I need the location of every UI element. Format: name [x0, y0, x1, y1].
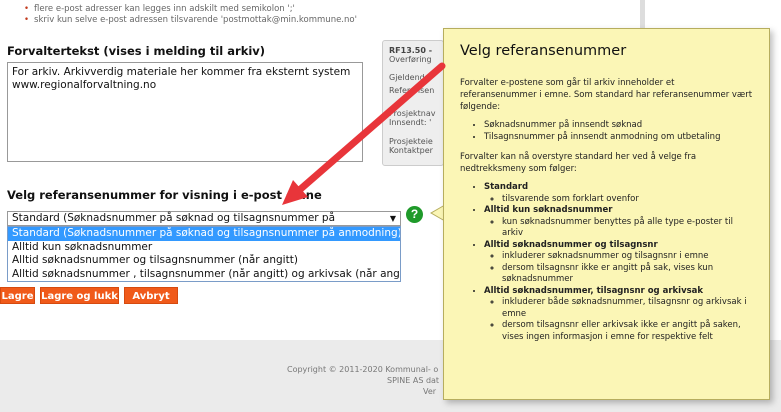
preview-line: Gjeldende [389, 73, 430, 82]
footer-version: Ver [423, 387, 437, 396]
preview-panel: RF13.50 - Overføring Gjeldende Referanse… [382, 40, 444, 166]
tooltip-option-note: inkluderer både søknadsnummer, tilsagnsn… [502, 297, 753, 320]
footer-company: SPINE AS dat [387, 376, 440, 385]
archive-text-field[interactable]: For arkiv. Arkivverdig materiale her kom… [7, 62, 363, 162]
preview-line: Kontaktper [389, 146, 433, 155]
dropdown-option[interactable]: Standard (Søknadsnummer på søknad og til… [8, 227, 400, 241]
tooltip-option-note: kun søknadsnummer benyttes på alle type … [502, 217, 753, 240]
tooltip-option-note: inkluderer søknadsnummer og tilsagnsnr i… [502, 251, 753, 263]
tooltip-option-note: dersom tilsagnsnr eller arkivsak ikke er… [502, 320, 753, 343]
tooltip-option-note: tilsvarende som forklart ovenfor [502, 194, 753, 206]
reference-select[interactable]: Standard (Søknadsnummer på søknad og til… [7, 211, 401, 237]
dropdown-option[interactable]: Alltid kun søknadsnummer [8, 241, 400, 255]
preview-line: Overføring [389, 55, 432, 64]
save-and-close-button[interactable]: Lagre og lukk [40, 287, 119, 304]
tooltip-option-title: Alltid søknadsnummer og tilsagnsnr [484, 239, 658, 250]
preview-line: Referansen [389, 86, 435, 95]
tooltip-default-item: Tilsagnsnummer på innsendt anmodning om … [484, 132, 753, 144]
reference-label: Velg referansenummer for visning i e-pos… [7, 188, 322, 202]
tooltip-title: Velg referansenummer [460, 43, 627, 59]
save-button[interactable]: Lagre [0, 287, 35, 304]
hint-item: • flere e-post adresser kan legges inn ad… [24, 4, 295, 14]
hint-text: skriv kun selve e-post adressen tilsvare… [34, 15, 357, 25]
preview-line: Innsendt: ' [389, 118, 432, 127]
hint-item: • skriv kun selve e-post adressen tilsvar… [24, 15, 357, 25]
tooltip-option-list: Standard tilsvarende som forklart ovenfo… [460, 182, 753, 343]
archive-text-line: www.regionalforvaltning.no [12, 79, 157, 91]
tooltip-option-title: Alltid søknadsnummer, tilsagnsnr og arki… [484, 285, 704, 296]
tooltip-option-title: Standard [484, 182, 529, 192]
tooltip-option-title: Alltid kun søknadsnummer [484, 205, 613, 215]
tooltip-default-list: Søknadsnummer på innsendt søknad Tilsagn… [460, 120, 753, 143]
tooltip-default-item: Søknadsnummer på innsendt søknad [484, 120, 753, 132]
tooltip-option-note: dersom tilsagnsnr ikke er angitt på sak,… [502, 263, 753, 286]
tooltip-override: Forvalter kan nå overstyre standard her … [460, 152, 697, 174]
preview-code: RF13.50 - [389, 46, 433, 55]
tooltip-intro: Forvalter e-postene som går til arkiv in… [460, 78, 753, 112]
dropdown-option[interactable]: Alltid søknadsnummer , tilsagnsnummer (n… [8, 268, 400, 282]
cancel-button[interactable]: Avbryt [124, 287, 178, 304]
reference-dropdown-list[interactable]: Standard (Søknadsnummer på søknad og til… [7, 226, 401, 282]
preview-line: Prosjektnav [389, 109, 436, 118]
tooltip-option: Standard tilsvarende som forklart ovenfo… [484, 182, 753, 205]
scrollbar[interactable] [640, 0, 645, 30]
dropdown-arrow-icon[interactable]: ▼ [390, 212, 396, 225]
tooltip-option: Alltid kun søknadsnummer kun søknadsnumm… [484, 205, 753, 240]
hint-text: flere e-post adresser kan legges inn ads… [34, 4, 295, 14]
help-icon[interactable]: ? [406, 206, 423, 223]
tooltip-option: Alltid søknadsnummer, tilsagnsnr og arki… [484, 286, 753, 344]
archive-text-line: For arkiv. Arkivverdig materiale her kom… [12, 66, 351, 78]
dropdown-option[interactable]: Alltid søknadsnummer og tilsagnsnummer (… [8, 254, 400, 268]
help-tooltip: Velg referansenummer Forvalter e-postene… [443, 28, 770, 400]
archive-text-label: Forvaltertekst (vises i melding til arki… [7, 44, 266, 58]
footer-copyright: Copyright © 2011-2020 Kommunal- o [287, 365, 439, 374]
preview-line: Prosjekteie [389, 137, 433, 146]
tooltip-option: Alltid søknadsnummer og tilsagnsnr inklu… [484, 240, 753, 286]
